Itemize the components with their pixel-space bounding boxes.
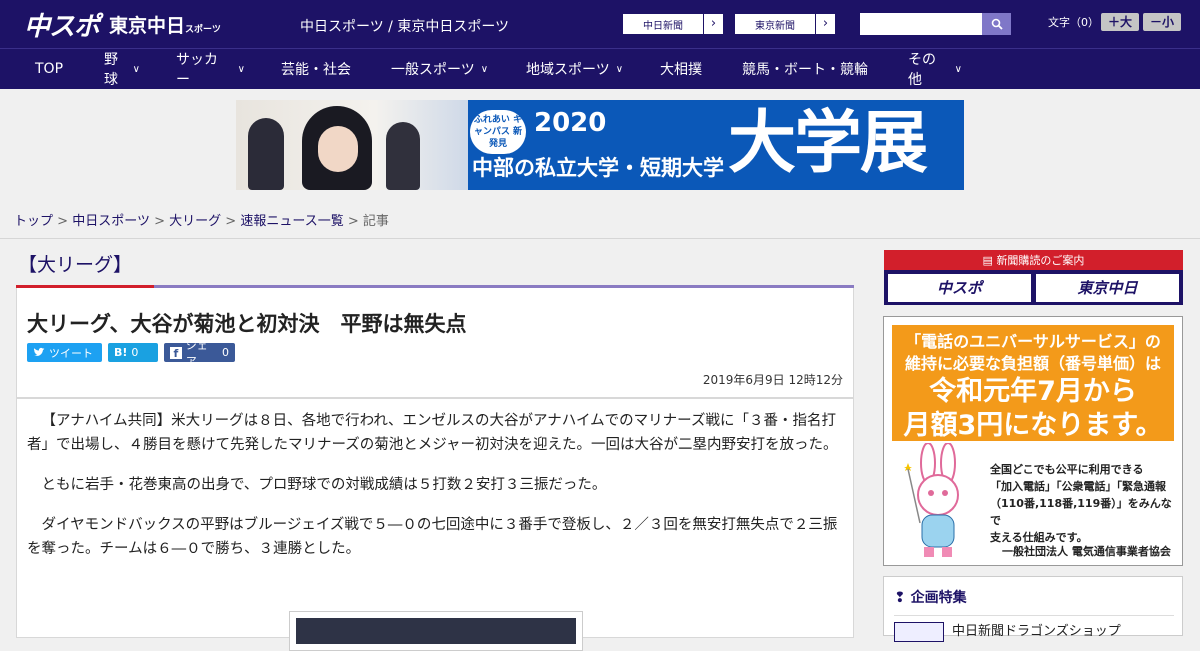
breadcrumb-chunichi-sports[interactable]: 中日スポーツ: [72, 214, 150, 229]
chevron-right-icon: ›: [815, 14, 835, 34]
subscribe-chuspo-button[interactable]: 中スポ: [888, 274, 1031, 302]
nav-item-other[interactable]: その他 ∨: [890, 49, 980, 90]
hatena-icon: B!: [114, 346, 128, 359]
chevron-down-icon: ∨: [132, 63, 140, 75]
nav-item-baseball[interactable]: 野球 ∨: [80, 49, 158, 90]
breadcrumb-news-list[interactable]: 速報ニュース一覧: [240, 214, 343, 229]
article-photo[interactable]: [289, 611, 583, 651]
newspaper-icon: ▤: [982, 254, 997, 267]
article-paragraph: ダイヤモンドバックスの平野はブルージェイズ戦で５―０の七回途中に３番手で登板し、…: [27, 517, 838, 557]
main-nav: TOP 野球 ∨ サッカー ∨ 芸能・社会 一般スポーツ ∨ 地域スポーツ ∨ 大相撲 …: [0, 48, 1200, 89]
font-size-down-button[interactable]: －小: [1143, 13, 1181, 31]
tweet-button[interactable]: ツイート: [27, 343, 102, 362]
article-paragraph: 【アナハイム共同】米大リーグは８日、各地で行われ、エンゼルスの大谷がアナハイムで…: [27, 413, 838, 453]
breadcrumb-top[interactable]: トップ: [14, 214, 53, 229]
chunichi-shimbun-link[interactable]: 中日新聞 ›: [622, 13, 724, 35]
search-input[interactable]: [860, 13, 982, 35]
nav-item-sumo[interactable]: 大相撲: [642, 49, 724, 90]
nav-item-top[interactable]: TOP: [0, 49, 80, 90]
banner-headline: 大学展: [728, 104, 928, 183]
subscribe-tokyo-chunichi-button[interactable]: 東京中日: [1036, 274, 1179, 302]
banner-subtitle: 中部の私立大学・短期大学: [472, 156, 724, 180]
breadcrumb: トップ > 中日スポーツ > 大リーグ > 速報ニュース一覧 > 記事: [14, 214, 389, 229]
article-paragraph: ともに岩手・花巻東高の出身で、プロ野球での対戦成績は５打数２安打３三振だった。: [41, 477, 607, 493]
chevron-down-icon: ∨: [615, 63, 624, 75]
font-size-up-button[interactable]: ＋大: [1101, 13, 1139, 31]
feature-thumbnail: [894, 622, 944, 642]
site-logo[interactable]: 中スポ 東京中日スポーツ: [24, 8, 221, 42]
chevron-down-icon: ∨: [954, 63, 962, 75]
nav-item-soccer[interactable]: サッカー ∨: [158, 49, 263, 90]
divider: [0, 238, 1200, 239]
nav-item-local-sports[interactable]: 地域スポーツ ∨: [508, 49, 642, 90]
nav-item-general-sports[interactable]: 一般スポーツ ∨: [373, 49, 508, 90]
hatena-count: 0: [131, 346, 139, 359]
chevron-down-icon: ∨: [480, 63, 489, 75]
search-button[interactable]: [982, 13, 1011, 35]
pin-icon: ❢: [894, 590, 911, 606]
article-body: 【アナハイム共同】米大リーグは８日、各地で行われ、エンゼルスの大谷がアナハイムで…: [16, 398, 854, 651]
hatena-bookmark-button[interactable]: B! 0: [108, 343, 158, 362]
article-header: 大リーグ、大谷が菊池と初対決 平野は無失点 ツイート B! 0 f シェア 0 …: [16, 288, 854, 398]
universal-service-ad[interactable]: 「電話のユニバーサルサービス」の 維持に必要な負担額（番号単価）は 令和元年7月…: [883, 316, 1183, 566]
feature-title: ❢ 企画特集: [894, 590, 967, 606]
site-title: 中日スポーツ / 東京中日スポーツ: [300, 19, 510, 35]
university-fair-banner[interactable]: ふれあい キャンパス 新発見 2020 中部の私立大学・短期大学 大学展: [236, 100, 964, 190]
nav-item-entertainment[interactable]: 芸能・社会: [263, 49, 373, 90]
twitter-bird-icon: [33, 347, 45, 356]
subscription-header: ▤ 新聞購読のご案内: [982, 254, 1085, 267]
feature-item[interactable]: 中日新聞ドラゴンズショップ: [894, 615, 1174, 645]
feature-box: ❢ 企画特集 中日新聞ドラゴンズショップ: [883, 576, 1183, 642]
search-icon: [991, 18, 1003, 30]
tokyo-shimbun-link[interactable]: 東京新聞 ›: [734, 13, 836, 35]
chevron-down-icon: ∨: [237, 63, 245, 75]
facebook-count: 0: [222, 346, 229, 359]
site-header: 中スポ 東京中日スポーツ 中日スポーツ / 東京中日スポーツ 中日新聞 › 東京…: [0, 0, 1200, 48]
ad-sponsor: 一般社団法人 電気通信事業者協会: [1002, 545, 1171, 558]
logo-tokyo-chunichi: 東京中日スポーツ: [109, 14, 221, 37]
breadcrumb-current: 記事: [362, 214, 389, 229]
logo-chuspo: 中スポ: [24, 11, 100, 42]
facebook-share-button[interactable]: f シェア 0: [164, 339, 235, 368]
category-label: 【大リーグ】: [18, 254, 133, 276]
banner-year: 2020: [534, 108, 607, 138]
facebook-icon: f: [170, 346, 182, 360]
font-size-label: 文字（0）: [1048, 16, 1099, 29]
ad-orange-panel: 「電話のユニバーサルサービス」の 維持に必要な負担額（番号単価）は 令和元年7月…: [892, 325, 1174, 441]
breadcrumb-mlb[interactable]: 大リーグ: [169, 214, 221, 229]
chevron-right-icon: ›: [703, 14, 723, 34]
article-headline: 大リーグ、大谷が菊池と初対決 平野は無失点: [27, 312, 467, 336]
ad-description: 全国どこでも公平に利用できる 「加入電話」「公衆電話」「緊急通報 （110番,1…: [990, 463, 1172, 544]
rabbit-mascot-icon: [904, 443, 959, 557]
article-date: 2019年6月9日 12時12分: [702, 373, 843, 387]
nav-item-racing[interactable]: 競馬・ボート・競輪: [724, 49, 890, 90]
banner-badge: ふれあい キャンパス 新発見: [470, 110, 526, 154]
subscription-box: ▤ 新聞購読のご案内 中スポ 東京中日: [884, 250, 1183, 305]
